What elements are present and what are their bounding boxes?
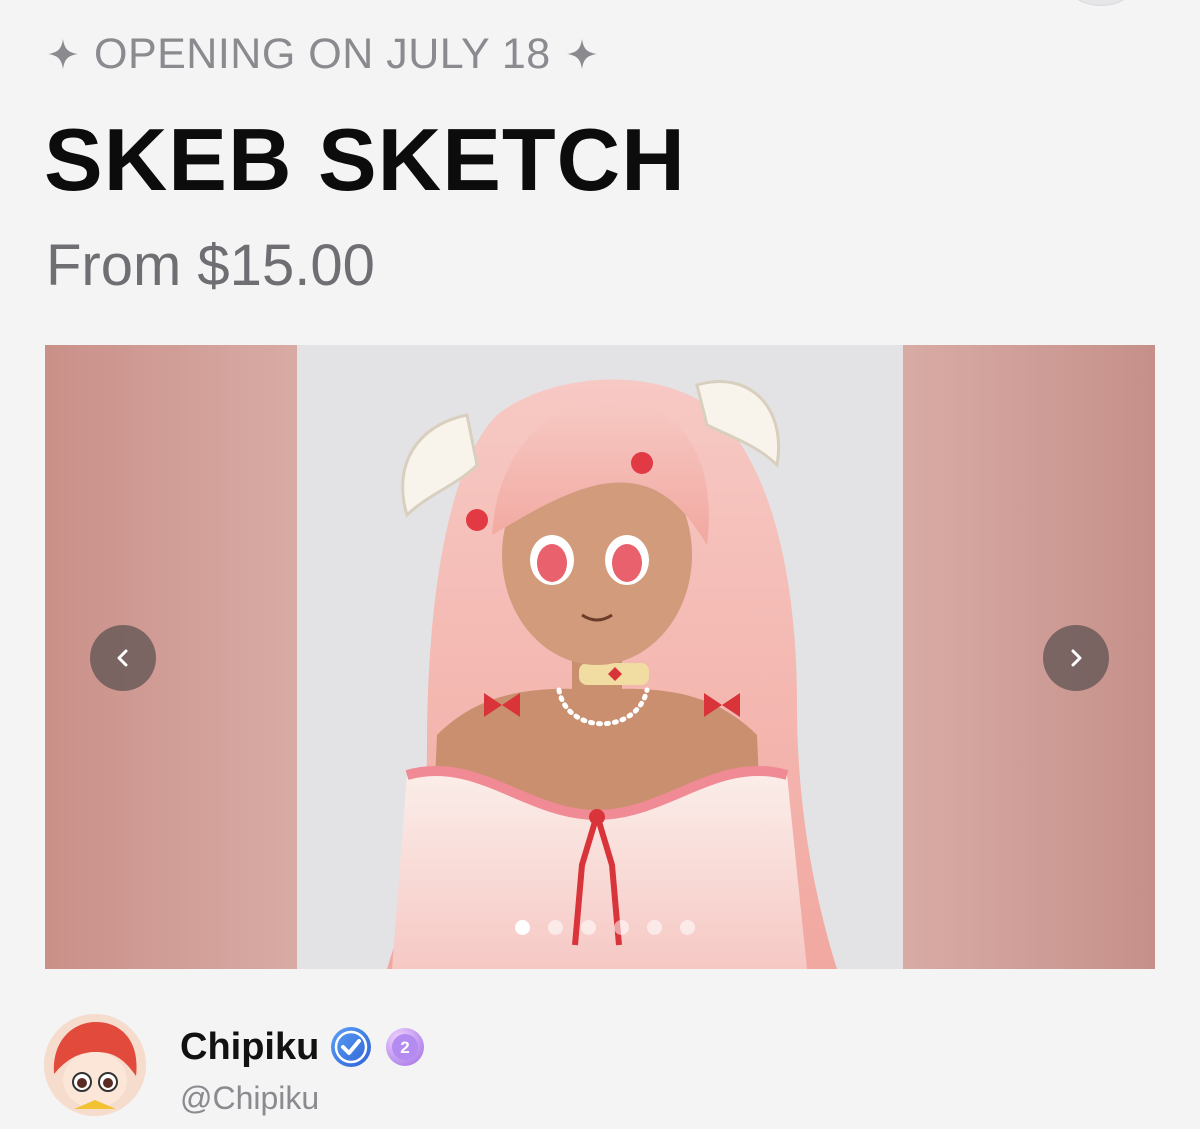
product-price: From $15.00 [46,233,375,298]
creator-name-row: Chipiku 2 [180,1022,427,1072]
chevron-right-icon [1066,648,1086,668]
carousel-dot[interactable] [614,920,629,935]
product-title: SKEB SKETCH [44,110,686,209]
carousel-dot[interactable] [515,920,530,935]
carousel-dot[interactable] [581,920,596,935]
chevron-left-icon [113,648,133,668]
sparkle-icon [565,37,599,71]
level-badge-icon: 2 [383,1025,427,1069]
sparkle-icon [46,37,80,71]
carousel-dot[interactable] [548,920,563,935]
creator-profile: Chipiku 2 @Chipiku [44,1014,427,1117]
carousel-next-button[interactable] [1043,625,1109,691]
carousel-pagination [515,920,695,935]
creator-info: Chipiku 2 @Chipiku [180,1014,427,1117]
verified-check-icon [329,1025,373,1069]
opening-announcement: OPENING ON JULY 18 [46,28,599,80]
page: OPENING ON JULY 18 SKEB SKETCH From $15.… [0,0,1200,1129]
carousel-dot[interactable] [680,920,695,935]
carousel-prev-button[interactable] [90,625,156,691]
creator-handle[interactable]: @Chipiku [180,1080,427,1117]
image-carousel[interactable] [45,345,1155,969]
level-badge-number: 2 [401,1038,410,1057]
creator-name[interactable]: Chipiku [180,1026,319,1069]
top-button-partial[interactable] [1068,0,1134,6]
avatar[interactable] [44,1014,146,1116]
opening-text: OPENING ON JULY 18 [94,29,551,78]
artwork-image[interactable] [297,345,903,969]
carousel-dot[interactable] [647,920,662,935]
